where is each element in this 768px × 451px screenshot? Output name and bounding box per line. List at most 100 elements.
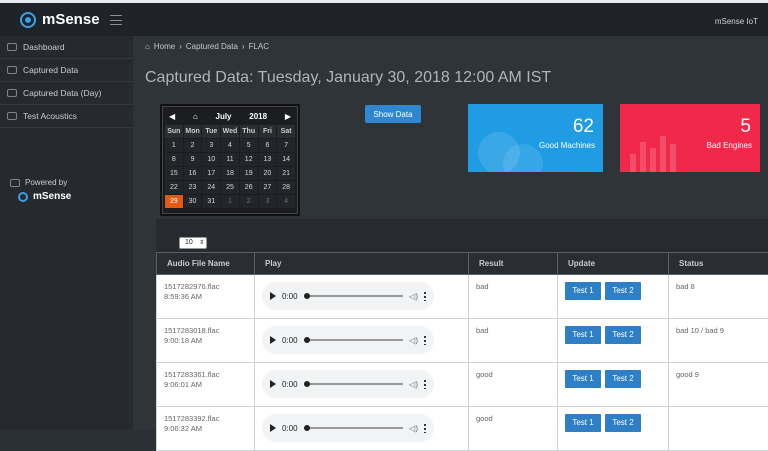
menu-toggle-icon[interactable] (110, 15, 122, 25)
calendar-day[interactable]: 21 (277, 167, 295, 180)
home-icon (7, 43, 17, 51)
column-header[interactable]: Result (469, 253, 558, 275)
play-icon[interactable] (270, 336, 276, 344)
calendar-day[interactable]: 12 (240, 153, 258, 166)
test2-button[interactable]: Test 2 (605, 282, 641, 300)
calendar-day[interactable]: 23 (184, 181, 202, 194)
calendar-day[interactable]: 4 (277, 195, 295, 208)
calendar-day[interactable]: 30 (184, 195, 202, 208)
calendar-day[interactable]: 9 (184, 153, 202, 166)
test1-button[interactable]: Test 1 (565, 326, 601, 344)
sidebar-item-captured-data-day[interactable]: Captured Data (Day) (0, 82, 133, 105)
calendar-day[interactable]: 28 (277, 181, 295, 194)
calendar-day[interactable]: 27 (259, 181, 277, 194)
calendar-day[interactable]: 2 (240, 195, 258, 208)
player-time: 0:00 (282, 336, 298, 345)
calendar-day[interactable]: 26 (240, 181, 258, 194)
seek-slider[interactable] (304, 339, 404, 341)
calendar-day[interactable]: 22 (165, 181, 183, 194)
test1-button[interactable]: Test 1 (565, 370, 601, 388)
audio-player[interactable]: 0:00◁) (262, 370, 434, 398)
play-icon[interactable] (270, 292, 276, 300)
seek-slider[interactable] (304, 427, 404, 429)
calendar-day[interactable]: 10 (202, 153, 220, 166)
column-header[interactable]: Audio File Name (157, 253, 255, 275)
car-icon (7, 89, 17, 97)
test1-button[interactable]: Test 1 (565, 282, 601, 300)
calendar-day[interactable]: 15 (165, 167, 183, 180)
calendar-day[interactable]: 14 (277, 153, 295, 166)
calendar-day[interactable]: 13 (259, 153, 277, 166)
update-cell: Test 1Test 2 (558, 319, 669, 363)
audio-player[interactable]: 0:00◁) (262, 282, 434, 310)
volume-icon[interactable]: ◁) (409, 424, 418, 433)
breadcrumb-home[interactable]: Home (154, 42, 175, 51)
breadcrumb-section[interactable]: Captured Data (186, 42, 238, 51)
test1-button[interactable]: Test 1 (565, 414, 601, 432)
calendar-home-icon[interactable]: ⌂ (193, 112, 198, 121)
calendar-day[interactable]: 7 (277, 139, 295, 152)
calendar-day[interactable]: 4 (221, 139, 239, 152)
test2-button[interactable]: Test 2 (605, 326, 641, 344)
audio-table: Audio File Name Play Result Update Statu… (156, 252, 768, 451)
calendar-day[interactable]: 25 (221, 181, 239, 194)
calendar-day[interactable]: 31 (202, 195, 220, 208)
date-picker[interactable]: ◀ ⌂ July 2018 ▶ SunMonTueWedThuFriSat123… (162, 106, 298, 214)
update-cell: Test 1Test 2 (558, 363, 669, 407)
volume-icon[interactable]: ◁) (409, 292, 418, 301)
calendar-day[interactable]: 11 (221, 153, 239, 166)
more-options-icon[interactable] (424, 292, 426, 301)
play-icon[interactable] (270, 380, 276, 388)
file-time: 9:06:01 AM (164, 380, 247, 390)
sidebar-item-captured-data[interactable]: Captured Data (0, 59, 133, 82)
show-data-button[interactable]: Show Data (365, 105, 421, 123)
test2-button[interactable]: Test 2 (605, 414, 641, 432)
more-options-icon[interactable] (424, 380, 426, 389)
seek-slider[interactable] (304, 295, 404, 297)
calendar-day[interactable]: 3 (259, 195, 277, 208)
page-size-select[interactable]: 10 (179, 237, 207, 249)
column-header[interactable]: Update (558, 253, 669, 275)
calendar-day[interactable]: 20 (259, 167, 277, 180)
calendar-day[interactable]: 17 (202, 167, 220, 180)
calendar-day[interactable]: 29 (165, 195, 183, 208)
chevron-right-icon[interactable]: ▶ (285, 112, 291, 121)
volume-icon[interactable]: ◁) (409, 336, 418, 345)
calendar-day[interactable]: 24 (202, 181, 220, 194)
calendar-day[interactable]: 1 (165, 139, 183, 152)
calendar-day[interactable]: 19 (240, 167, 258, 180)
calendar-day[interactable]: 18 (221, 167, 239, 180)
volume-icon[interactable]: ◁) (409, 380, 418, 389)
user-menu[interactable]: mSense IoT (715, 17, 758, 26)
audio-player[interactable]: 0:00◁) (262, 414, 434, 442)
calendar-year[interactable]: 2018 (249, 112, 267, 121)
calendar-month[interactable]: July (216, 112, 232, 121)
calendar-day[interactable]: 5 (240, 139, 258, 152)
result-cell: bad (469, 275, 558, 319)
more-options-icon[interactable] (424, 336, 426, 345)
chevron-right-icon: › (242, 42, 245, 51)
calendar-day[interactable]: 8 (165, 153, 183, 166)
brand-logo[interactable]: mSense (20, 11, 100, 28)
chevron-left-icon[interactable]: ◀ (169, 112, 175, 121)
seek-slider[interactable] (304, 383, 404, 385)
calendar-header: ◀ ⌂ July 2018 ▶ (165, 109, 295, 123)
calendar-day[interactable]: 6 (259, 139, 277, 152)
audio-player[interactable]: 0:00 ◁) (262, 326, 434, 354)
file-name: 1517283392.flac (164, 414, 247, 424)
calendar-day[interactable]: 1 (221, 195, 239, 208)
column-header[interactable]: Status (669, 253, 768, 275)
chevron-right-icon: › (179, 42, 182, 51)
more-options-icon[interactable] (424, 424, 426, 433)
calendar-day[interactable]: 3 (202, 139, 220, 152)
test2-button[interactable]: Test 2 (605, 370, 641, 388)
sidebar-item-dashboard[interactable]: Dashboard (0, 36, 133, 59)
column-header[interactable]: Play (255, 253, 469, 275)
play-icon[interactable] (270, 424, 276, 432)
sidebar-item-test-acoustics[interactable]: Test Acoustics (0, 105, 133, 128)
status-cell: bad 8 (669, 275, 768, 319)
file-time: 9:06:32 AM (164, 424, 247, 434)
bar-chart-icon (630, 136, 676, 172)
calendar-day[interactable]: 16 (184, 167, 202, 180)
calendar-day[interactable]: 2 (184, 139, 202, 152)
